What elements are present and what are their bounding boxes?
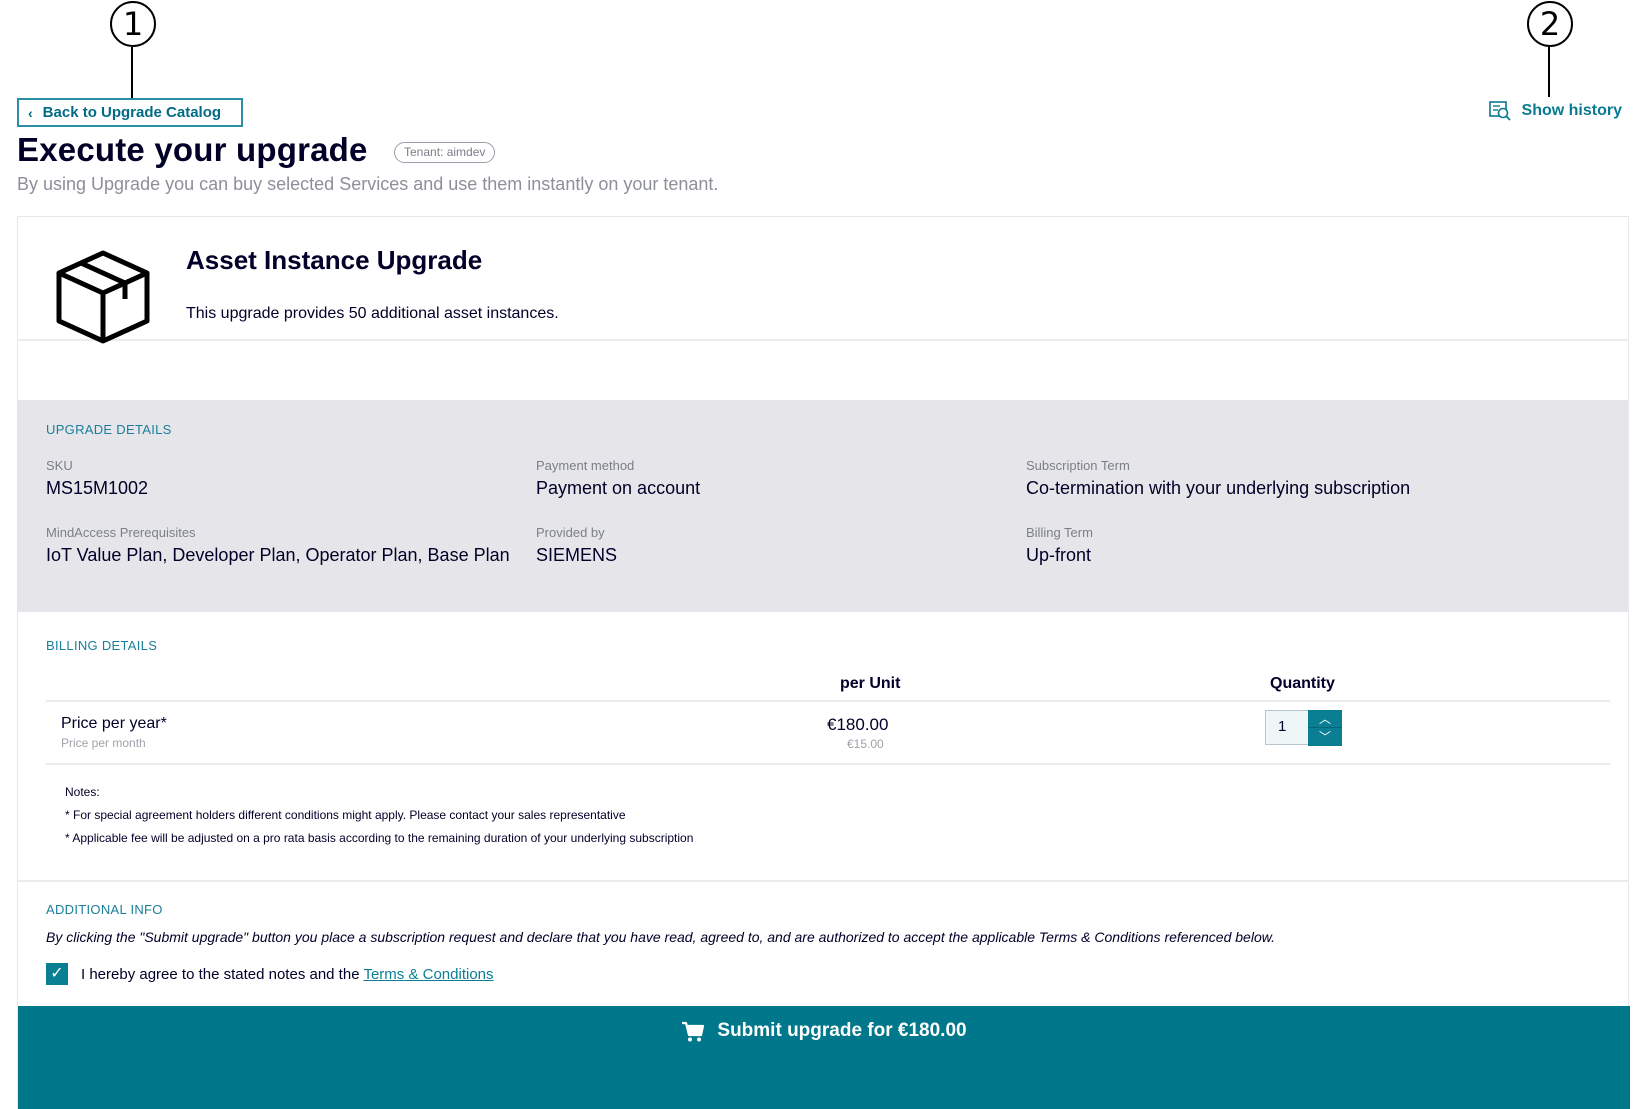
quantity-input[interactable]: 1 (1265, 710, 1309, 745)
chevron-up-icon[interactable]: ︿ (1308, 710, 1342, 728)
show-history-label: Show history (1521, 102, 1622, 119)
payment-method-field: Payment method Payment on account (536, 458, 700, 499)
price-per-month-label: Price per month (61, 736, 146, 750)
page-title: Execute your upgrade (17, 131, 368, 168)
notes-block: Notes: * For special agreement holders d… (65, 785, 693, 854)
upgrade-details-panel: UPGRADE DETAILS SKU MS15M1002 Payment me… (18, 400, 1628, 612)
product-description: This upgrade provides 50 additional asse… (186, 305, 559, 322)
field-label: Payment method (536, 458, 635, 473)
product-header: Asset Instance Upgrade This upgrade prov… (18, 217, 1628, 344)
submit-upgrade-button[interactable]: Submit upgrade for €180.00 (18, 1006, 1630, 1109)
callout-2: 2 (1527, 1, 1573, 47)
field-value: IoT Value Plan, Developer Plan, Operator… (46, 545, 510, 565)
back-to-catalog-button[interactable]: ‹ Back to Upgrade Catalog (17, 98, 243, 127)
field-label: Subscription Term (1026, 458, 1130, 473)
note-item: * For special agreement holders differen… (65, 808, 626, 822)
field-label: Billing Term (1026, 525, 1093, 540)
submit-label: Submit upgrade for €180.00 (717, 1020, 967, 1041)
quantity-header: Quantity (1270, 675, 1335, 692)
back-button-label: Back to Upgrade Catalog (42, 104, 222, 121)
table-divider (46, 763, 1610, 765)
terms-link[interactable]: Terms & Conditions (363, 966, 493, 983)
additional-info-text: By clicking the "Submit upgrade" button … (46, 929, 1275, 945)
callout-1-line (131, 47, 133, 98)
show-history-link[interactable]: Show history (1488, 100, 1622, 122)
table-divider (46, 700, 1610, 702)
per-unit-header: per Unit (840, 675, 901, 692)
field-value: Payment on account (536, 478, 701, 498)
note-item: * Applicable fee will be adjusted on a p… (65, 831, 694, 845)
page-subtitle: By using Upgrade you can buy selected Se… (17, 174, 719, 194)
chevron-left-icon: ‹ (28, 104, 33, 121)
prerequisites-field: MindAccess Prerequisites IoT Value Plan,… (46, 525, 510, 566)
billing-term-field: Billing Term Up-front (1026, 525, 1093, 566)
field-value: MS15M1002 (46, 478, 149, 498)
product-title: Asset Instance Upgrade (186, 245, 483, 275)
cart-icon (682, 1021, 705, 1042)
agree-text: I hereby agree to the stated notes and t… (81, 965, 360, 983)
history-icon (1488, 101, 1511, 121)
field-value: SIEMENS (536, 545, 618, 565)
field-value: Up-front (1026, 545, 1092, 565)
billing-details-label: BILLING DETAILS (46, 638, 158, 653)
chevron-down-icon[interactable]: ﹀ (1308, 728, 1342, 746)
upgrade-card: Asset Instance Upgrade This upgrade prov… (17, 216, 1630, 1109)
agree-row: ✓ I hereby agree to the stated notes and… (46, 963, 494, 985)
field-label: SKU (46, 458, 73, 473)
box-icon (56, 250, 150, 344)
field-label: MindAccess Prerequisites (46, 525, 196, 540)
callout-2-line (1548, 47, 1550, 97)
sku-field: SKU MS15M1002 (46, 458, 148, 499)
notes-title: Notes: (65, 785, 100, 799)
check-icon: ✓ (50, 965, 64, 982)
field-value: Co-termination with your underlying subs… (1026, 478, 1411, 498)
price-per-year-label: Price per year* (61, 715, 167, 732)
callout-1: 1 (110, 1, 156, 47)
additional-info-label: ADDITIONAL INFO (46, 902, 163, 917)
price-per-month-value: €15.00 (847, 737, 884, 751)
upgrade-details-label: UPGRADE DETAILS (46, 422, 172, 437)
quantity-stepper: ︿ ﹀ (1308, 710, 1342, 746)
provided-by-field: Provided by SIEMENS (536, 525, 617, 566)
agree-checkbox[interactable]: ✓ (46, 963, 68, 985)
tenant-badge: Tenant: aimdev (394, 142, 496, 163)
price-per-year-value: €180.00 (827, 715, 889, 734)
billing-details-section: BILLING DETAILS per Unit Quantity Price … (18, 612, 1628, 882)
field-label: Provided by (536, 525, 605, 540)
subscription-term-field: Subscription Term Co-termination with yo… (1026, 458, 1410, 499)
